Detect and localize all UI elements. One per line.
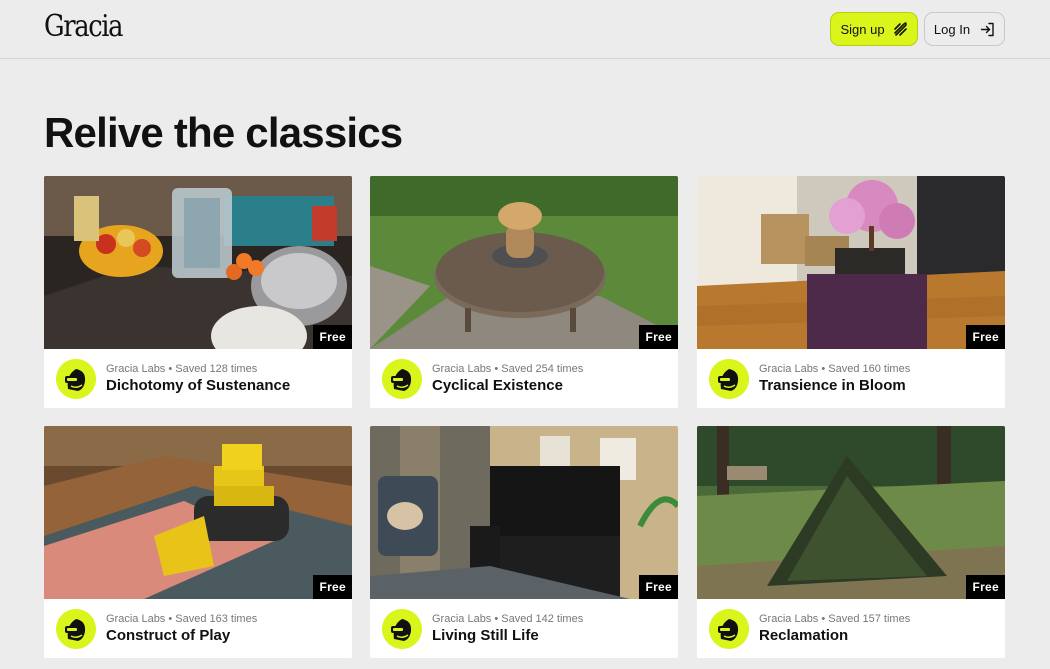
- saved-count: Saved 254 times: [501, 363, 584, 375]
- free-badge: Free: [966, 325, 1005, 349]
- wave-lines-icon: [892, 21, 908, 37]
- card-title: Dichotomy of Sustenance: [106, 377, 291, 394]
- card-title: Construct of Play: [106, 627, 231, 644]
- saved-count: Saved 128 times: [175, 363, 258, 375]
- artwork-card[interactable]: Free Gracia Labs • Saved 163 times Const…: [44, 426, 352, 658]
- log-in-arrow-icon: [980, 22, 995, 37]
- author-name: Gracia Labs: [106, 613, 166, 625]
- gracia-logo[interactable]: Gracia: [44, 9, 124, 44]
- top-navigation-bar: Gracia Sign up Log In: [0, 0, 1050, 59]
- card-title: Living Still Life: [432, 627, 539, 644]
- gracia-labs-avatar-icon: [709, 359, 749, 399]
- saved-count: Saved 157 times: [828, 613, 911, 625]
- saved-count: Saved 163 times: [175, 613, 258, 625]
- free-badge: Free: [313, 325, 352, 349]
- card-title: Transience in Bloom: [759, 377, 906, 394]
- author-name: Gracia Labs: [432, 613, 492, 625]
- log-in-label: Log In: [933, 21, 971, 37]
- gracia-labs-avatar-icon: [56, 609, 96, 649]
- log-in-button[interactable]: Log In: [924, 12, 1005, 46]
- card-meta: Gracia Labs • Saved 142 times: [432, 613, 584, 625]
- card-meta: Gracia Labs • Saved 157 times: [759, 613, 911, 625]
- card-meta: Gracia Labs • Saved 128 times: [106, 363, 258, 375]
- gracia-labs-avatar-icon: [382, 609, 422, 649]
- saved-count: Saved 142 times: [501, 613, 584, 625]
- sign-up-label: Sign up: [840, 21, 885, 37]
- gracia-labs-avatar-icon: [382, 359, 422, 399]
- gracia-labs-avatar-icon: [56, 359, 96, 399]
- author-name: Gracia Labs: [759, 363, 819, 375]
- card-title: Cyclical Existence: [432, 377, 563, 394]
- artwork-thumbnail[interactable]: Free: [44, 426, 352, 599]
- gracia-labs-avatar-icon: [709, 609, 749, 649]
- artwork-thumbnail[interactable]: Free: [370, 176, 678, 349]
- artwork-thumbnail[interactable]: Free: [697, 176, 1005, 349]
- artwork-thumbnail[interactable]: Free: [44, 176, 352, 349]
- sign-up-button[interactable]: Sign up: [830, 12, 918, 46]
- card-meta: Gracia Labs • Saved 163 times: [106, 613, 258, 625]
- artwork-card[interactable]: Free Gracia Labs • Saved 160 times Trans…: [697, 176, 1005, 408]
- free-badge: Free: [966, 575, 1005, 599]
- artwork-thumbnail[interactable]: Free: [370, 426, 678, 599]
- free-badge: Free: [639, 575, 678, 599]
- artwork-card[interactable]: Free Gracia Labs • Saved 128 times Dicho…: [44, 176, 352, 408]
- artwork-card[interactable]: Free Gracia Labs • Saved 254 times Cycli…: [370, 176, 678, 408]
- author-name: Gracia Labs: [432, 363, 492, 375]
- saved-count: Saved 160 times: [828, 363, 911, 375]
- author-name: Gracia Labs: [106, 363, 166, 375]
- free-badge: Free: [313, 575, 352, 599]
- card-meta: Gracia Labs • Saved 160 times: [759, 363, 911, 375]
- artwork-thumbnail[interactable]: Free: [697, 426, 1005, 599]
- page-title: Relive the classics: [44, 109, 403, 156]
- artwork-card[interactable]: Free Gracia Labs • Saved 157 times Recla…: [697, 426, 1005, 658]
- card-title: Reclamation: [759, 627, 849, 644]
- free-badge: Free: [639, 325, 678, 349]
- artwork-card[interactable]: Free Gracia Labs • Saved 142 times Livin…: [370, 426, 678, 658]
- card-meta: Gracia Labs • Saved 254 times: [432, 363, 584, 375]
- author-name: Gracia Labs: [759, 613, 819, 625]
